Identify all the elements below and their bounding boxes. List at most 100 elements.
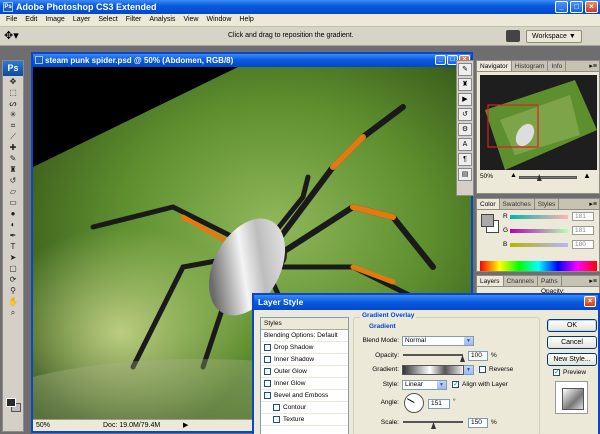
close-button[interactable]: ×: [585, 1, 598, 13]
status-menu-arrow-icon[interactable]: ▶: [183, 421, 188, 429]
actions-panel-icon[interactable]: ▶: [458, 93, 472, 106]
blend-mode-select[interactable]: Normal ▼: [402, 336, 474, 346]
color-panel-menu-icon[interactable]: ▸≡: [589, 199, 597, 210]
eyedropper-tool-icon[interactable]: ⚲: [3, 285, 23, 296]
clone-source-icon[interactable]: ♜: [458, 78, 472, 91]
style-item-checkbox[interactable]: [264, 344, 271, 351]
character-panel-icon[interactable]: A: [458, 138, 472, 151]
blur-tool-icon[interactable]: ●: [3, 208, 23, 219]
style-item[interactable]: Inner Glow: [261, 378, 348, 390]
document-zoom[interactable]: 50%: [36, 422, 50, 429]
tool-presets-icon[interactable]: ⚙: [458, 123, 472, 136]
move-tool-icon[interactable]: ✥: [3, 76, 23, 87]
history-brush-icon[interactable]: ↺: [3, 175, 23, 186]
preview-checkbox-box[interactable]: [553, 369, 560, 376]
style-item[interactable]: Outer Glow: [261, 366, 348, 378]
pen-tool-icon[interactable]: ✒: [3, 230, 23, 241]
tab-swatches[interactable]: Swatches: [500, 199, 535, 209]
reverse-checkbox-box[interactable]: [479, 366, 486, 373]
doc-minimize-button[interactable]: _: [435, 55, 446, 65]
menu-view[interactable]: View: [179, 14, 202, 26]
gradient-dropdown[interactable]: ▼: [464, 365, 474, 375]
hand-tool-icon[interactable]: ✋: [3, 296, 23, 307]
zoom-out-icon[interactable]: ▲: [510, 172, 517, 179]
opacity-input[interactable]: 100: [468, 351, 488, 361]
path-selection-icon[interactable]: ➤: [3, 252, 23, 263]
scale-slider[interactable]: [403, 421, 463, 423]
dodge-tool-icon[interactable]: ◐: [3, 219, 23, 230]
tab-info[interactable]: Info: [548, 61, 567, 71]
menu-layer[interactable]: Layer: [69, 14, 95, 26]
healing-brush-icon[interactable]: ✚: [3, 142, 23, 153]
zoom-tool-icon[interactable]: ⌕: [3, 307, 23, 318]
color-foreground-swatch[interactable]: [481, 214, 494, 227]
color-spectrum-ramp[interactable]: [480, 261, 597, 271]
style-item[interactable]: Contour: [261, 402, 348, 414]
slice-tool-icon[interactable]: ⟋: [3, 131, 23, 142]
menu-analysis[interactable]: Analysis: [145, 14, 179, 26]
channel-r-slider[interactable]: [510, 215, 568, 219]
shape-tool-icon[interactable]: ▢: [3, 263, 23, 274]
paragraph-panel-icon[interactable]: ¶: [458, 153, 472, 166]
minimize-button[interactable]: _: [555, 1, 568, 13]
workspace-icon[interactable]: [506, 30, 520, 42]
gradient-picker[interactable]: [402, 365, 464, 375]
layers-panel-menu-icon[interactable]: ▸≡: [589, 276, 597, 287]
clone-stamp-icon[interactable]: ♜: [3, 164, 23, 175]
workspace-button[interactable]: Workspace ▼: [526, 30, 582, 43]
magic-wand-tool-icon[interactable]: ✳: [3, 109, 23, 120]
crop-tool-icon[interactable]: ⌗: [3, 120, 23, 131]
style-item[interactable]: Inner Shadow: [261, 354, 348, 366]
scale-input[interactable]: 150: [468, 418, 488, 428]
type-tool-icon[interactable]: T: [3, 241, 23, 252]
navigator-zoom-slider[interactable]: [519, 176, 577, 179]
navigator-zoom[interactable]: 50%: [480, 173, 493, 180]
style-item-checkbox[interactable]: [264, 392, 271, 399]
style-item-checkbox[interactable]: [273, 404, 280, 411]
style-item-checkbox[interactable]: [264, 356, 271, 363]
dialog-close-button[interactable]: ×: [584, 296, 596, 307]
angle-input[interactable]: 151: [428, 399, 450, 409]
panel-menu-icon[interactable]: ▸≡: [589, 61, 597, 72]
menu-image[interactable]: Image: [41, 14, 68, 26]
style-item-checkbox[interactable]: [264, 380, 271, 387]
menu-edit[interactable]: Edit: [21, 14, 41, 26]
maximize-button[interactable]: □: [570, 1, 583, 13]
style-item[interactable]: Blending Options: Default: [261, 330, 348, 342]
channel-r-value[interactable]: 181: [572, 212, 594, 221]
tab-navigator[interactable]: Navigator: [477, 61, 512, 71]
ps-logo[interactable]: Ps: [3, 61, 23, 76]
tab-channels[interactable]: Channels: [504, 276, 538, 286]
new-style-button[interactable]: New Style...: [547, 353, 597, 366]
cancel-button[interactable]: Cancel: [547, 336, 597, 349]
brush-tool-icon[interactable]: ✎: [3, 153, 23, 164]
tab-histogram[interactable]: Histogram: [512, 61, 549, 71]
angle-dial[interactable]: [404, 393, 424, 413]
opacity-slider[interactable]: [403, 354, 463, 356]
layer-comps-icon[interactable]: ▤: [458, 168, 472, 181]
tab-paths[interactable]: Paths: [538, 276, 562, 286]
menu-file[interactable]: File: [2, 14, 21, 26]
reverse-checkbox[interactable]: Reverse: [479, 366, 513, 373]
styles-header[interactable]: Styles: [261, 318, 348, 330]
style-item[interactable]: Drop Shadow: [261, 342, 348, 354]
channel-g-slider[interactable]: [510, 229, 568, 233]
menu-filter[interactable]: Filter: [122, 14, 146, 26]
menu-help[interactable]: Help: [235, 14, 257, 26]
move-tool-preset-icon[interactable]: ✥▾: [4, 29, 24, 44]
align-checkbox-box[interactable]: [452, 381, 459, 388]
preview-checkbox[interactable]: Preview: [553, 369, 586, 376]
foreground-color-swatch[interactable]: [6, 398, 16, 407]
style-item-checkbox[interactable]: [264, 368, 271, 375]
marquee-tool-icon[interactable]: ⬚: [3, 87, 23, 98]
tab-layers[interactable]: Layers: [477, 276, 504, 286]
tab-styles[interactable]: Styles: [535, 199, 560, 209]
align-with-layer-checkbox[interactable]: Align with Layer: [452, 381, 508, 388]
style-select[interactable]: Linear ▼: [402, 380, 447, 390]
eraser-tool-icon[interactable]: ▱: [3, 186, 23, 197]
navigator-preview[interactable]: [480, 75, 597, 170]
brushes-panel-icon[interactable]: ✎: [458, 63, 472, 76]
channel-b-slider[interactable]: [510, 243, 568, 247]
3d-rotate-icon[interactable]: ⟳: [3, 274, 23, 285]
history-panel-icon[interactable]: ↺: [458, 108, 472, 121]
